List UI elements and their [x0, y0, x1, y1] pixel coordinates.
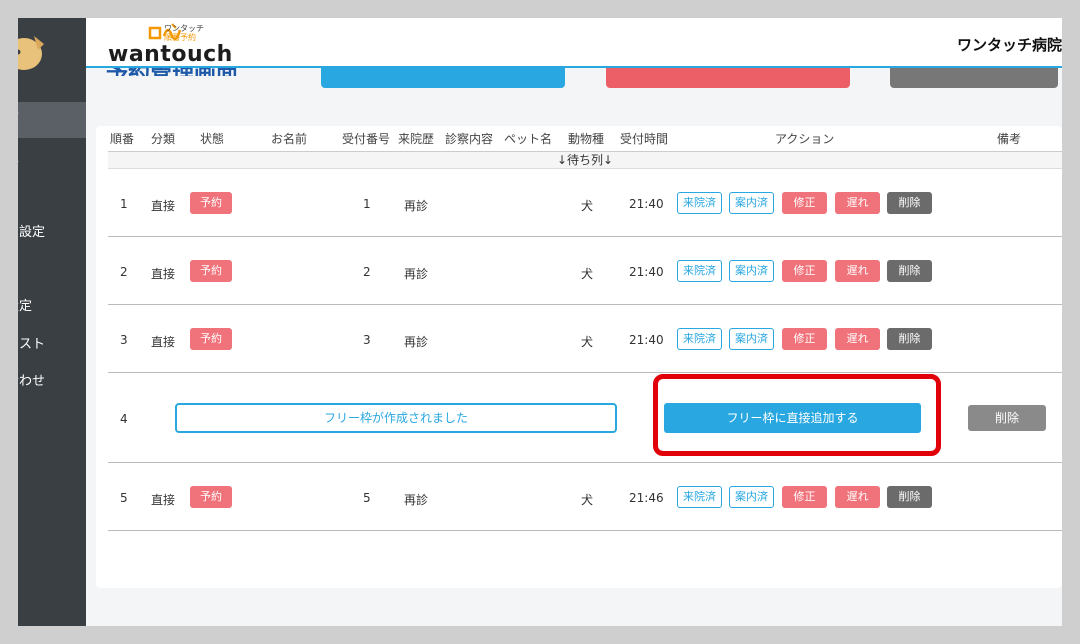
- brand-sub-line2: 順番予約: [164, 33, 196, 42]
- row-history: 再診: [404, 335, 429, 349]
- sidebar-item-label: 設定: [18, 299, 33, 314]
- status-badge: 予約: [190, 486, 232, 508]
- row-time: 21:46: [629, 491, 664, 505]
- row-species: 犬: [581, 199, 594, 213]
- row-order: 4: [120, 412, 128, 426]
- sidebar-item-label: リスト: [18, 337, 46, 352]
- top-header: ワンタッチ 順番予約 wantouch ワンタッチ病院: [86, 18, 1062, 68]
- row-divider: [108, 462, 1062, 463]
- guided-button[interactable]: 案内済: [729, 192, 774, 214]
- sidebar: 面 定 間 間設定 せ 設定 リスト 合わせ: [18, 18, 86, 626]
- dog-logo-icon: [18, 36, 44, 70]
- guided-button[interactable]: 案内済: [729, 260, 774, 282]
- delete-button[interactable]: 削除: [887, 260, 932, 282]
- sidebar-item-label: 合わせ: [18, 374, 46, 389]
- delete-button[interactable]: 削除: [887, 328, 932, 350]
- header-exam: 診察内容: [445, 132, 494, 146]
- header-order: 順番: [110, 132, 135, 146]
- row-order: 3: [120, 333, 128, 347]
- free-slot-message: フリー枠が作成されました: [175, 403, 617, 433]
- header-name: お名前: [271, 132, 308, 146]
- sidebar-item-notice[interactable]: せ: [18, 252, 86, 288]
- sidebar-item-hours[interactable]: 間: [18, 177, 86, 213]
- sidebar-item-label: 間: [18, 177, 19, 213]
- edit-button[interactable]: 修正: [782, 192, 827, 214]
- late-button[interactable]: 遅れ: [835, 328, 880, 350]
- highlight-box: [653, 374, 941, 456]
- row-divider: [108, 372, 1062, 373]
- status-badge: 予約: [190, 260, 232, 282]
- delete-button[interactable]: 削除: [887, 192, 932, 214]
- row-number: 1: [363, 197, 371, 211]
- app-window: 面 定 間 間設定 せ 設定 リスト 合わせ 予約管理画面 ワンタッチ 順番予約…: [18, 18, 1062, 626]
- late-button[interactable]: 遅れ: [835, 260, 880, 282]
- header-category: 分類: [151, 132, 176, 146]
- row-category: 直接: [151, 493, 176, 507]
- header-status: 状態: [200, 132, 225, 146]
- guided-button[interactable]: 案内済: [729, 328, 774, 350]
- row-order: 5: [120, 491, 128, 505]
- sidebar-item-list[interactable]: リスト: [18, 327, 86, 363]
- row-number: 5: [363, 491, 371, 505]
- guided-button[interactable]: 案内済: [729, 486, 774, 508]
- row-divider: [108, 236, 1062, 237]
- status-badge: 予約: [190, 328, 232, 350]
- row-time: 21:40: [629, 197, 664, 211]
- row-time: 21:40: [629, 333, 664, 347]
- edit-button[interactable]: 修正: [782, 328, 827, 350]
- free-slot-delete-button[interactable]: 削除: [968, 405, 1046, 431]
- waiting-divider: ↓待ち列↓: [108, 151, 1062, 169]
- sidebar-item-label: 間設定: [18, 225, 46, 240]
- row-history: 再診: [404, 199, 429, 213]
- late-button[interactable]: 遅れ: [835, 192, 880, 214]
- delete-button[interactable]: 削除: [887, 486, 932, 508]
- sidebar-item-label: 面: [18, 102, 19, 138]
- brand-subtitle: ワンタッチ 順番予約: [164, 24, 204, 42]
- late-button[interactable]: 遅れ: [835, 486, 880, 508]
- row-divider: [108, 304, 1062, 305]
- row-time: 21:40: [629, 265, 664, 279]
- row-number: 3: [363, 333, 371, 347]
- row-history: 再診: [404, 493, 429, 507]
- sidebar-item-config[interactable]: 設定: [18, 289, 86, 325]
- sidebar-item-label: 定: [18, 140, 19, 176]
- sidebar-item-settings[interactable]: 定: [18, 140, 86, 176]
- header-time: 受付時間: [620, 132, 669, 146]
- visited-button[interactable]: 来院済: [677, 486, 722, 508]
- clinic-name: ワンタッチ病院: [956, 36, 1062, 54]
- row-species: 犬: [581, 335, 594, 349]
- header-history: 来院歴: [398, 132, 435, 146]
- header-species: 動物種: [568, 132, 605, 146]
- row-order: 2: [120, 265, 128, 279]
- header-notes: 備考: [997, 132, 1022, 146]
- row-number: 2: [363, 265, 371, 279]
- edit-button[interactable]: 修正: [782, 260, 827, 282]
- header-number: 受付番号: [342, 132, 391, 146]
- header-action: アクション: [775, 132, 835, 146]
- row-category: 直接: [151, 335, 176, 349]
- header-pet-name: ペット名: [504, 132, 553, 146]
- row-history: 再診: [404, 267, 429, 281]
- sidebar-item-hours-settings[interactable]: 間設定: [18, 215, 86, 251]
- brand-sub-line1: ワンタッチ: [164, 24, 204, 33]
- row-category: 直接: [151, 199, 176, 213]
- row-divider: [108, 530, 1062, 531]
- edit-button[interactable]: 修正: [782, 486, 827, 508]
- row-species: 犬: [581, 267, 594, 281]
- visited-button[interactable]: 来院済: [677, 192, 722, 214]
- visited-button[interactable]: 来院済: [677, 328, 722, 350]
- row-category: 直接: [151, 267, 176, 281]
- row-order: 1: [120, 197, 128, 211]
- visited-button[interactable]: 来院済: [677, 260, 722, 282]
- status-badge: 予約: [190, 192, 232, 214]
- brand-name: wantouch: [108, 42, 233, 67]
- sidebar-item-reservation-screen[interactable]: 面: [18, 102, 86, 138]
- row-species: 犬: [581, 493, 594, 507]
- sidebar-item-contact[interactable]: 合わせ: [18, 364, 86, 400]
- sidebar-item-label: せ: [18, 252, 19, 288]
